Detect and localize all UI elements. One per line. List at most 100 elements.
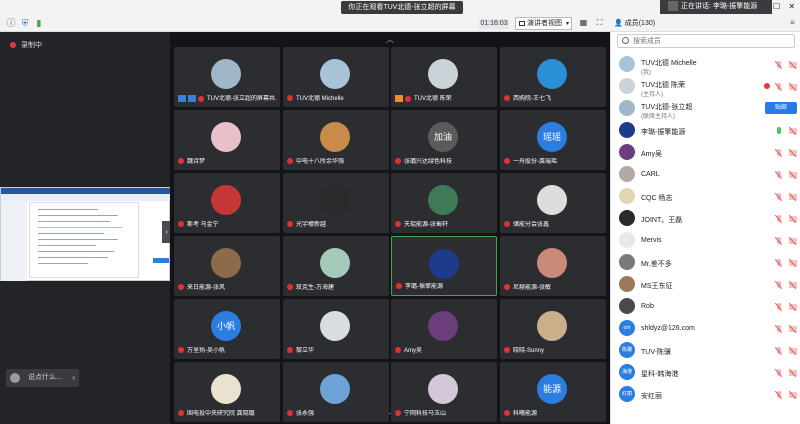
camera-off-icon[interactable] (789, 348, 797, 354)
mic-muted-icon[interactable] (776, 237, 782, 245)
camera-off-icon[interactable] (789, 282, 797, 288)
member-row[interactable]: TUV北德 Michelle (我) (611, 54, 800, 76)
camera-off-icon[interactable] (789, 304, 797, 310)
video-tile[interactable]: 西购院-王七飞 (500, 47, 606, 107)
close-icon[interactable]: ✕ (788, 2, 795, 11)
info-icon[interactable]: ⓘ (6, 18, 16, 28)
grid-icon[interactable]: ▦ (579, 18, 588, 27)
camera-off-icon[interactable] (789, 84, 797, 90)
video-tile[interactable]: 晓晓-Sunny (500, 299, 606, 359)
search-icon (622, 37, 629, 44)
participant-avatar (537, 248, 567, 278)
panel-settings-icon[interactable]: ≡ (788, 18, 797, 27)
video-tile[interactable]: Amy吴 (391, 299, 497, 359)
left-panel: 录制中 › 说点什么... ‹ (0, 32, 171, 424)
mic-muted-icon[interactable] (776, 215, 782, 223)
video-tile[interactable]: 能源 科曦能源 (500, 362, 606, 422)
mic-muted-icon[interactable] (776, 61, 782, 69)
mic-muted-icon (287, 95, 293, 102)
video-tile[interactable]: 尼赫能源-张敏 (500, 236, 606, 296)
camera-off-icon[interactable] (789, 128, 797, 134)
mic-muted-icon[interactable] (776, 171, 782, 179)
fullscreen-icon[interactable]: ⛶ (595, 18, 604, 27)
member-search[interactable] (617, 34, 795, 48)
member-role: (主持人) (641, 92, 663, 98)
user-icon: 👤 (614, 20, 623, 27)
member-row[interactable]: MS王东征 (611, 274, 800, 295)
mic-on-icon[interactable] (777, 127, 781, 134)
member-search-input[interactable] (633, 35, 793, 47)
video-tile[interactable]: 国电投中央研究院 龚晓璐 (174, 362, 280, 422)
participant-avatar (320, 311, 350, 341)
video-tile[interactable]: 小帆 万里扬-吴小帆 (174, 299, 280, 359)
mic-muted-icon[interactable] (776, 281, 782, 289)
member-row[interactable]: CQC 杨志 (611, 186, 800, 207)
camera-off-icon[interactable] (789, 370, 797, 376)
maximize-icon[interactable]: ☐ (773, 2, 780, 11)
mic-muted-icon[interactable] (776, 391, 782, 399)
video-tile[interactable]: 魏诗梦 (174, 110, 280, 170)
member-row[interactable]: TUV北德-张立超 (联席主持人) 贴邮 (611, 98, 800, 120)
signal-icon[interactable]: ▮ (34, 18, 44, 28)
video-tile[interactable]: 光宇檬新越 (283, 173, 389, 233)
mic-muted-icon[interactable] (776, 149, 782, 157)
video-tile[interactable]: 加油 张璐兴达绿色科技 (391, 110, 497, 170)
video-tile[interactable]: 斯考 马金宁 (174, 173, 280, 233)
video-tile[interactable]: 宁网科技马玉山 (391, 362, 497, 422)
member-row[interactable]: TUV北德 陈荣 (主持人) (611, 76, 800, 98)
chevron-left-icon[interactable]: ‹ (72, 369, 75, 387)
video-tile[interactable]: 李璐-振擎能源 (391, 236, 497, 296)
video-tile[interactable]: 天琨能源-张蜀轩 (391, 173, 497, 233)
video-tile[interactable]: 瑶瑶 一舟股份-龚瑞瑶 (500, 110, 606, 170)
shared-screen-preview[interactable] (0, 187, 171, 281)
video-tile[interactable]: 来日能源-张风 (174, 236, 280, 296)
camera-off-icon[interactable] (789, 150, 797, 156)
member-row[interactable]: Amy吴 (611, 142, 800, 163)
member-avatar (619, 254, 635, 270)
video-tile[interactable]: TUV北德-张立超的屏幕共... (174, 47, 280, 107)
member-row[interactable]: Rob (611, 296, 800, 317)
video-tile[interactable]: 玫克生-万海建 (283, 236, 389, 296)
mic-muted-icon[interactable] (776, 369, 782, 377)
member-row[interactable]: JOINT。王磊 (611, 208, 800, 229)
shield-icon[interactable]: ⛨ (20, 18, 30, 28)
camera-off-icon[interactable] (789, 172, 797, 178)
member-row[interactable]: CARL (611, 164, 800, 185)
mic-muted-icon[interactable] (776, 259, 782, 267)
member-row[interactable]: om shldyz@126.com (611, 318, 800, 339)
participant-name-bar: 科曦能源 (504, 410, 603, 419)
mic-muted-icon[interactable] (776, 325, 782, 333)
member-name: MS王东征 (641, 283, 673, 290)
member-row[interactable]: 陈骥 TUV-陈骥 (611, 340, 800, 361)
member-row[interactable]: Mr.差不多 (611, 252, 800, 273)
mic-muted-icon[interactable] (776, 303, 782, 311)
camera-off-icon[interactable] (789, 194, 797, 200)
participant-name-bar: 玫克生-万海建 (287, 284, 386, 293)
video-tile[interactable]: 中电十八所余华强 (283, 110, 389, 170)
member-row[interactable]: 海港 星科-韩海港 (611, 362, 800, 383)
video-tile[interactable]: TUV北德 陈荣 (391, 47, 497, 107)
shared-sidebar (1, 201, 27, 281)
camera-off-icon[interactable] (789, 62, 797, 68)
video-tile[interactable]: 储能分会张鑫 (500, 173, 606, 233)
speaker-view-button[interactable]: 演讲者视图 ▾ (515, 17, 572, 30)
mic-muted-icon[interactable] (776, 83, 782, 91)
participant-name-bar: 一舟股份-龚瑞瑶 (504, 158, 603, 167)
mic-muted-icon[interactable] (776, 347, 782, 355)
camera-off-icon[interactable] (789, 238, 797, 244)
mic-muted-icon[interactable] (776, 193, 782, 201)
mic-muted-icon (396, 283, 402, 290)
video-tile[interactable]: 张永强 (283, 362, 389, 422)
camera-off-icon[interactable] (789, 392, 797, 398)
member-action-button[interactable]: 贴邮 (765, 102, 797, 114)
scroll-up-icon[interactable]: ︿ (386, 34, 394, 45)
video-tile[interactable]: 黎立华 (283, 299, 389, 359)
camera-off-icon[interactable] (789, 260, 797, 266)
video-tile[interactable]: TUV北德 Michelle (283, 47, 389, 107)
member-row[interactable]: 李璐-振擎能源 (611, 120, 800, 141)
chat-input[interactable]: 说点什么... ‹ (6, 369, 79, 387)
camera-off-icon[interactable] (789, 326, 797, 332)
member-row[interactable]: 红丽 安红丽 (611, 384, 800, 405)
member-row[interactable]: Mervis (611, 230, 800, 251)
camera-off-icon[interactable] (789, 216, 797, 222)
